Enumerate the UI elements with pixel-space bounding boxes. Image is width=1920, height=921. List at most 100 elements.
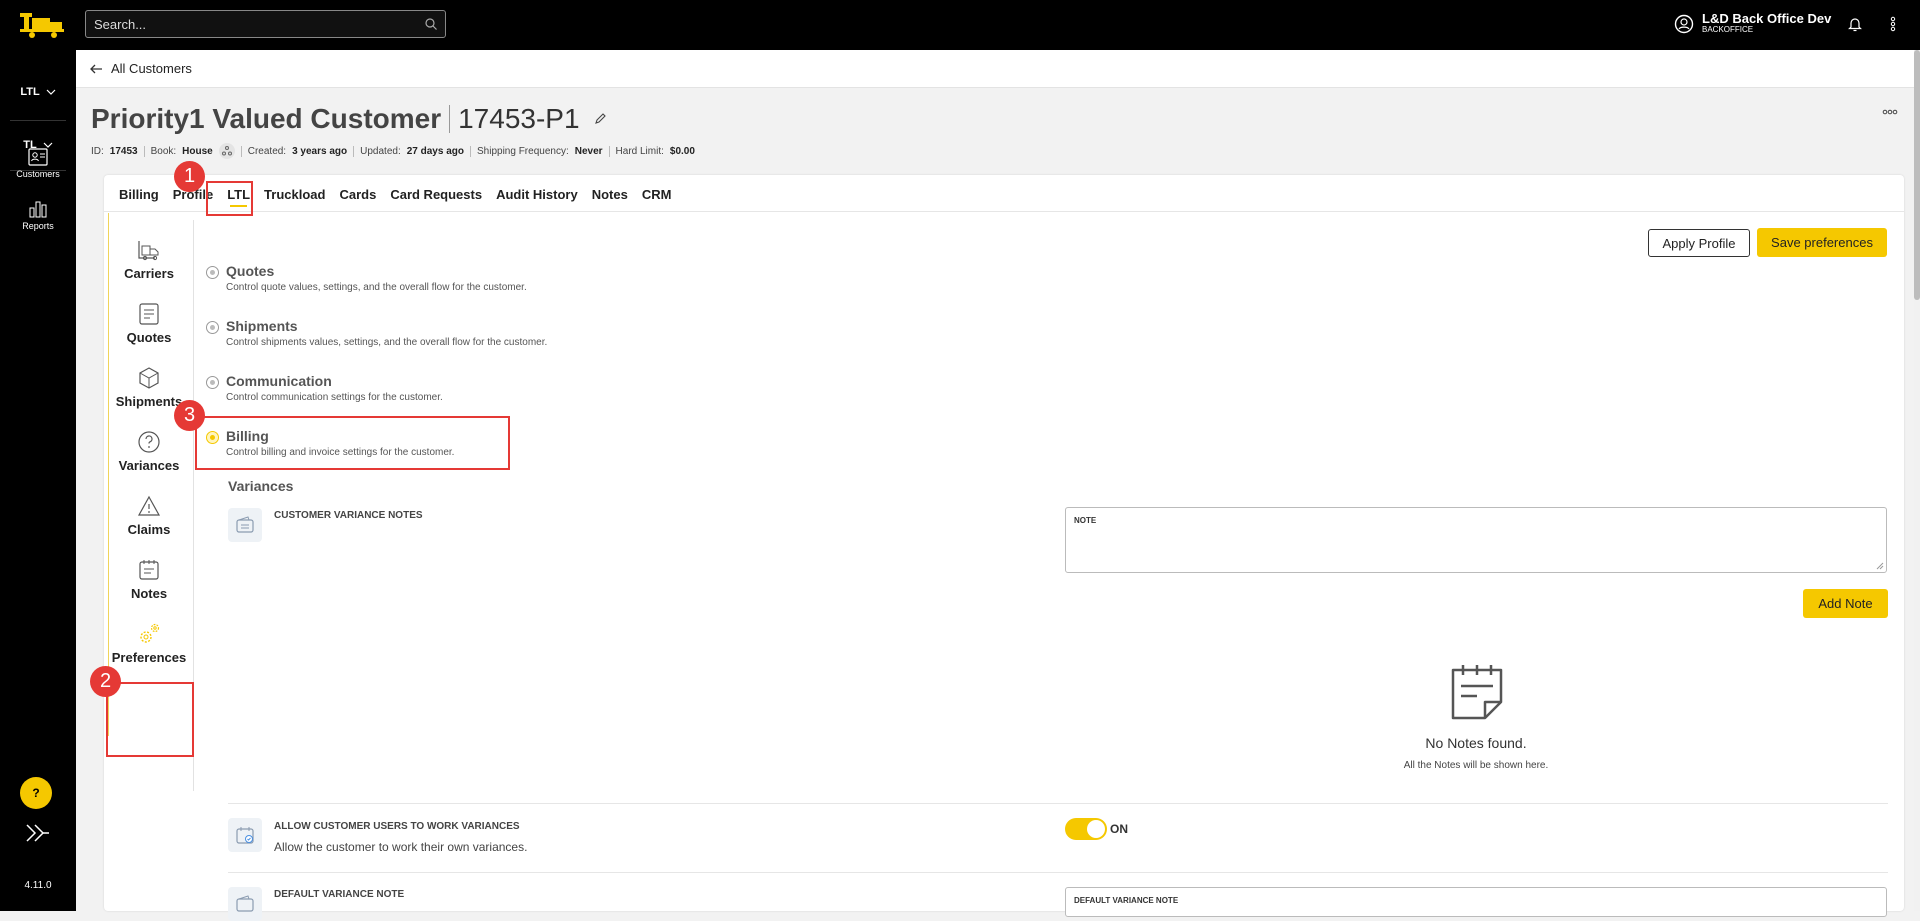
annotation-box-ltl-tab: [206, 181, 253, 216]
meta-book-value: House: [182, 145, 213, 157]
meta-divider: [470, 145, 471, 157]
company-logo[interactable]: [18, 10, 66, 40]
default-variance-note-textarea[interactable]: DEFAULT VARIANCE NOTE: [1065, 887, 1887, 917]
section-nav-label: Shipments: [115, 394, 183, 409]
nav-item-label: Reports: [22, 221, 54, 231]
variances-heading: Variances: [228, 478, 294, 494]
breadcrumb: All Customers: [76, 50, 1914, 88]
toggle-state-label: ON: [1110, 822, 1128, 836]
expand-sidebar-icon[interactable]: [25, 823, 51, 843]
search-icon[interactable]: [425, 18, 437, 30]
user-avatar-icon: [1674, 14, 1694, 33]
section-nav-variances[interactable]: Variances: [104, 430, 194, 473]
allow-customer-variances-description: Allow the customer to work their own var…: [274, 840, 528, 854]
reports-icon: [29, 201, 47, 218]
tab-notes[interactable]: Notes: [585, 187, 635, 207]
tab-billing[interactable]: Billing: [112, 187, 166, 207]
wallet-icon-tile: [228, 508, 262, 542]
more-options-icon[interactable]: [1882, 108, 1898, 116]
section-nav-quotes[interactable]: Quotes: [104, 302, 194, 345]
empty-notes-icon: [1451, 665, 1503, 720]
global-search[interactable]: [85, 10, 446, 38]
step-radio[interactable]: [206, 266, 219, 279]
user-menu[interactable]: L&D Back Office Dev BACKOFFICE: [1674, 12, 1831, 35]
apply-profile-button[interactable]: Apply Profile: [1648, 229, 1750, 257]
nav-item-customers[interactable]: Customers: [0, 148, 76, 179]
empty-notes-subtitle: All the Notes will be shown here.: [1403, 760, 1549, 771]
wallet-icon: [236, 516, 254, 533]
question-circle-icon: [138, 431, 160, 453]
row-divider: [228, 872, 1888, 873]
tab-cards[interactable]: Cards: [332, 187, 383, 207]
mode-selector-ltl[interactable]: LTL: [0, 72, 76, 112]
bell-icon[interactable]: [1848, 16, 1862, 32]
section-nav-label: Notes: [130, 586, 168, 601]
annotation-box-billing-step: [195, 416, 510, 470]
step-title: Quotes: [226, 263, 275, 279]
calendar-check-icon-tile: [228, 818, 262, 852]
customers-icon: [28, 148, 48, 166]
step-description: Control quote values, settings, and the …: [226, 282, 527, 293]
customer-meta: ID: 17453 Book: House Created: 3 years ago …: [91, 143, 695, 159]
tab-card-requests[interactable]: Card Requests: [383, 187, 489, 207]
allow-variances-toggle[interactable]: [1065, 818, 1107, 840]
nav-item-reports[interactable]: Reports: [0, 200, 76, 231]
save-preferences-button[interactable]: Save preferences: [1757, 228, 1887, 257]
wallet-icon-tile: [228, 887, 262, 921]
meta-divider: [608, 145, 610, 157]
meta-id-label: ID:: [91, 145, 104, 157]
scrollbar-thumb[interactable]: [1914, 50, 1920, 300]
meta-updated-label: Updated:: [360, 145, 401, 157]
help-button[interactable]: ?: [20, 777, 52, 809]
step-description: Control shipments values, settings, and …: [226, 337, 548, 348]
note-field-label: NOTE: [1074, 516, 1097, 525]
meta-limit-value: $0.00: [669, 145, 695, 157]
back-to-customers-link[interactable]: All Customers: [111, 61, 192, 76]
customer-name: Priority1 Valued Customer: [91, 103, 442, 134]
wallet-icon: [236, 895, 254, 912]
meta-created-value: 3 years ago: [292, 145, 348, 157]
pencil-icon[interactable]: [594, 113, 606, 125]
tab-crm[interactable]: CRM: [635, 187, 679, 207]
default-variance-note-label: DEFAULT VARIANCE NOTE: [274, 889, 405, 900]
page-scrollbar[interactable]: [1914, 50, 1920, 911]
note-textarea[interactable]: NOTE: [1065, 507, 1887, 573]
mode-selector-label: LTL: [20, 86, 40, 98]
step-description: Control communication settings for the c…: [226, 392, 443, 403]
add-note-button[interactable]: Add Note: [1803, 589, 1888, 618]
section-nav-notes[interactable]: Notes: [104, 558, 194, 601]
section-nav-label: Preferences: [111, 650, 187, 665]
step-title: Communication: [226, 373, 332, 389]
section-nav-carriers[interactable]: Carriers: [104, 238, 194, 281]
section-nav-claims[interactable]: Claims: [104, 494, 194, 537]
nav-item-label: Customers: [16, 169, 60, 179]
user-name: L&D Back Office Dev: [1702, 11, 1832, 26]
meta-limit-label: Hard Limit:: [615, 145, 664, 157]
section-nav-preferences[interactable]: Preferences: [104, 622, 194, 665]
section-nav-label: Claims: [127, 522, 171, 537]
top-bar: L&D Back Office Dev BACKOFFICE: [0, 0, 1920, 50]
arrow-left-icon[interactable]: [90, 64, 103, 74]
meta-book-label: Book:: [150, 145, 177, 157]
calendar-check-icon: [236, 827, 254, 844]
meta-created-label: Created:: [247, 145, 287, 157]
tab-audit-history[interactable]: Audit History: [489, 187, 585, 207]
warning-icon: [137, 495, 161, 516]
step-radio[interactable]: [206, 376, 219, 389]
step-radio[interactable]: [206, 321, 219, 334]
section-nav-label: Carriers: [124, 266, 174, 281]
meta-divider: [353, 145, 355, 157]
annotation-box-preferences: [106, 682, 194, 757]
meta-divider: [240, 145, 242, 157]
left-navigation: LTL TL Customers Reports ? 4.11.0: [0, 50, 76, 911]
search-input[interactable]: [86, 11, 445, 37]
tab-truckload[interactable]: Truckload: [257, 187, 332, 207]
tab-underline: [104, 211, 1904, 212]
quotes-icon: [139, 303, 159, 325]
book-link-chip[interactable]: [218, 143, 235, 159]
package-icon: [139, 367, 159, 389]
meta-updated-value: 27 days ago: [406, 145, 464, 157]
resize-handle-icon[interactable]: [1876, 562, 1884, 570]
app-menu-icon[interactable]: [1886, 16, 1900, 32]
row-divider: [228, 803, 1888, 804]
